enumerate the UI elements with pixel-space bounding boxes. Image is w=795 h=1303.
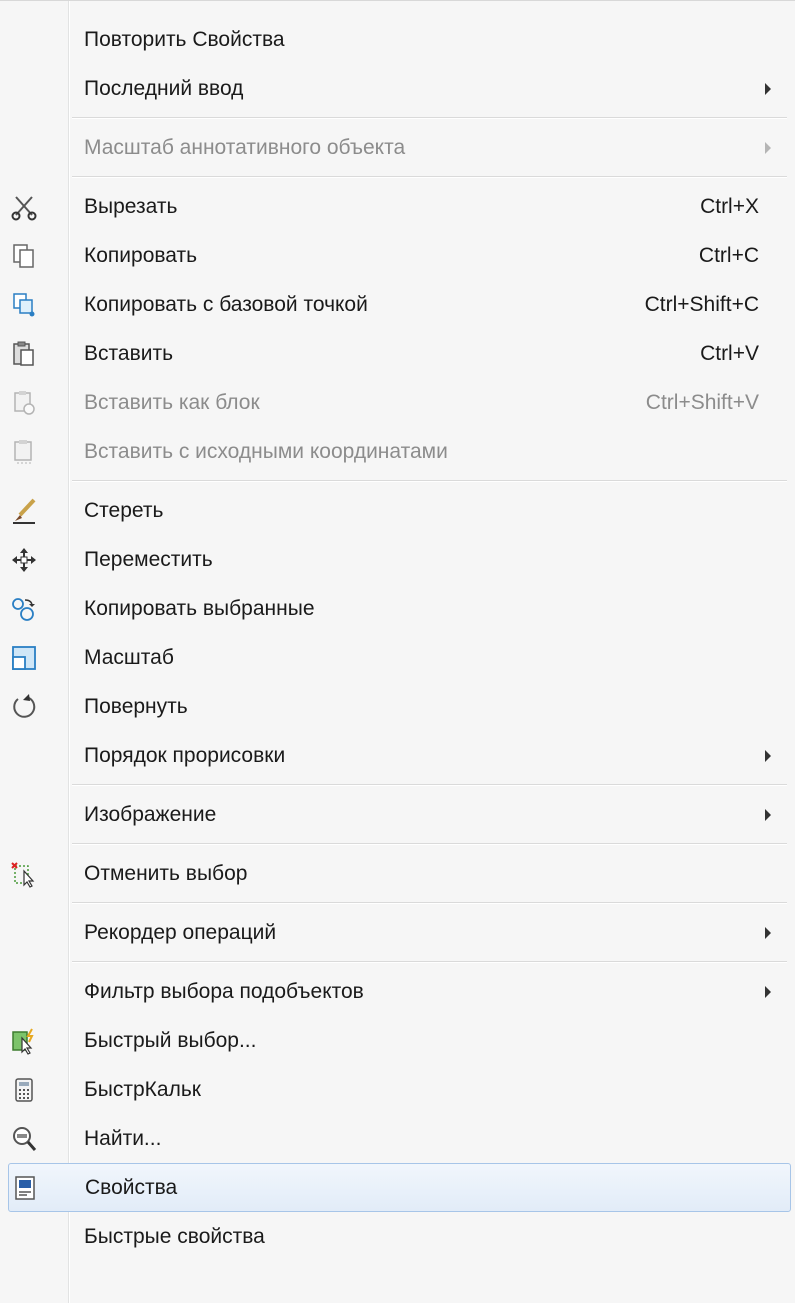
deselect-icon [10, 860, 38, 888]
submenu-arrow-icon [765, 141, 771, 154]
menu-item-label: Копировать выбранные [84, 596, 315, 620]
move-icon [10, 546, 38, 574]
shortcut-text: Ctrl+Shift+C [644, 292, 759, 316]
menu-item-properties[interactable]: Свойства [8, 1163, 791, 1212]
properties-icon [11, 1174, 39, 1202]
menu-item-quick-properties[interactable]: Быстрые свойства [0, 1212, 795, 1261]
menu-item-deselect[interactable]: Отменить выбор [0, 849, 795, 898]
quick-select-icon [10, 1027, 38, 1055]
menu-item-repeat-properties[interactable]: Повторить Свойства [0, 15, 795, 64]
menu-item-label: Масштаб аннотативного объекта [84, 135, 406, 159]
menu-item-label: Повернуть [84, 694, 188, 718]
menu-item-copy[interactable]: Копировать Ctrl+C [0, 231, 795, 280]
submenu-arrow-icon [765, 82, 771, 95]
menu-item-label: Вставить как блок [84, 390, 260, 414]
paste-as-block-icon [10, 389, 38, 417]
shortcut-text: Ctrl+C [698, 243, 759, 267]
menu-item-label: Найти... [84, 1126, 162, 1150]
submenu-arrow-icon [765, 808, 771, 821]
menu-item-label: Переместить [84, 547, 213, 571]
calculator-icon [10, 1076, 38, 1104]
context-menu: Повторить Свойства Последний ввод Масшта… [0, 0, 795, 1303]
menu-item-quick-select[interactable]: Быстрый выбор... [0, 1016, 795, 1065]
menu-items: Повторить Свойства Последний ввод Масшта… [0, 15, 795, 1261]
menu-item-action-recorder[interactable]: Рекордер операций [0, 908, 795, 957]
menu-item-label: Вырезать [84, 194, 178, 218]
menu-item-paste-original-coordinates: Вставить с исходными координатами [0, 427, 795, 476]
copy-selected-icon [10, 595, 38, 623]
menu-item-copy-selected[interactable]: Копировать выбранные [0, 584, 795, 633]
menu-item-scale[interactable]: Масштаб [0, 633, 795, 682]
menu-item-label: Рекордер операций [84, 920, 277, 944]
menu-item-label: Масштаб [84, 645, 174, 669]
submenu-arrow-icon [765, 985, 771, 998]
menu-item-label: Стереть [84, 498, 164, 522]
menu-separator [0, 839, 795, 849]
menu-item-erase[interactable]: Стереть [0, 486, 795, 535]
menu-item-paste-as-block: Вставить как блок Ctrl+Shift+V [0, 378, 795, 427]
submenu-arrow-icon [765, 749, 771, 762]
shortcut-text: Ctrl+Shift+V [645, 390, 759, 414]
menu-item-annotative-object-scale: Масштаб аннотативного объекта [0, 123, 795, 172]
copy-base-point-icon [10, 291, 38, 319]
copy-icon [10, 242, 38, 270]
shortcut-text: Ctrl+X [700, 194, 759, 218]
menu-item-image[interactable]: Изображение [0, 790, 795, 839]
menu-separator [0, 898, 795, 908]
find-icon [10, 1125, 38, 1153]
menu-item-label: Вставить [84, 341, 174, 365]
menu-item-label: Быстрый выбор... [84, 1028, 257, 1052]
menu-item-label: Последний ввод [84, 76, 244, 100]
cut-icon [10, 193, 38, 221]
paste-icon [10, 340, 38, 368]
menu-item-label: Вставить с исходными координатами [84, 439, 448, 463]
menu-item-label: Изображение [84, 802, 217, 826]
menu-item-label: Свойства [85, 1175, 178, 1199]
menu-item-copy-with-base-point[interactable]: Копировать с базовой точкой Ctrl+Shift+C [0, 280, 795, 329]
menu-item-quickcalc[interactable]: БыстрКальк [0, 1065, 795, 1114]
menu-item-label: Фильтр выбора подобъектов [84, 979, 364, 1003]
menu-item-label: Порядок прорисовки [84, 743, 286, 767]
menu-item-recent-input[interactable]: Последний ввод [0, 64, 795, 113]
menu-separator [0, 957, 795, 967]
menu-item-paste[interactable]: Вставить Ctrl+V [0, 329, 795, 378]
menu-item-subobject-selection-filter[interactable]: Фильтр выбора подобъектов [0, 967, 795, 1016]
menu-item-draw-order[interactable]: Порядок прорисовки [0, 731, 795, 780]
menu-item-find[interactable]: Найти... [0, 1114, 795, 1163]
menu-item-label: Отменить выбор [84, 861, 248, 885]
submenu-arrow-icon [765, 926, 771, 939]
erase-icon [10, 497, 38, 525]
menu-item-label: Быстрые свойства [84, 1224, 265, 1248]
menu-item-label: Повторить Свойства [84, 27, 285, 51]
menu-item-rotate[interactable]: Повернуть [0, 682, 795, 731]
menu-separator [0, 780, 795, 790]
menu-item-move[interactable]: Переместить [0, 535, 795, 584]
menu-separator [0, 476, 795, 486]
menu-separator [0, 172, 795, 182]
menu-item-label: БыстрКальк [84, 1077, 201, 1101]
rotate-icon [10, 693, 38, 721]
menu-item-label: Копировать с базовой точкой [84, 292, 368, 316]
menu-separator [0, 113, 795, 123]
menu-item-cut[interactable]: Вырезать Ctrl+X [0, 182, 795, 231]
shortcut-text: Ctrl+V [700, 341, 759, 365]
menu-item-label: Копировать [84, 243, 198, 267]
paste-original-coords-icon [10, 438, 38, 466]
scale-icon [10, 644, 38, 672]
